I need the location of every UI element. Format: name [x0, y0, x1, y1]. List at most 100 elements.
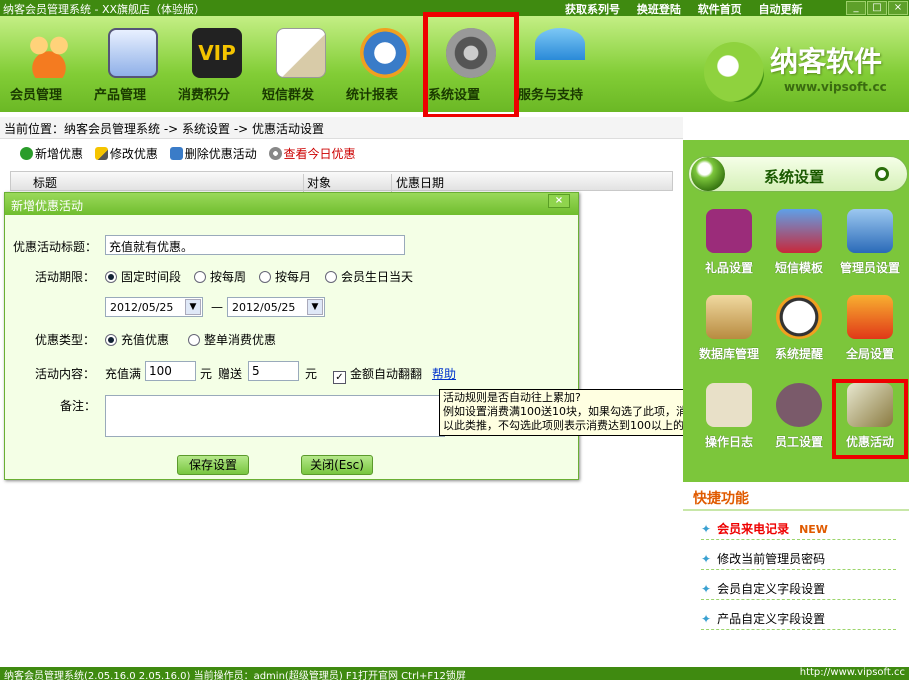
- minimize-button[interactable]: _: [846, 1, 866, 15]
- logo-name: 纳客软件: [770, 45, 883, 78]
- checkmark-icon: ✓: [333, 371, 346, 384]
- close-window-button[interactable]: ×: [888, 1, 908, 15]
- top-navigation: 会员管理 产品管理 VIP 消费积分 短信群发 统计报表 系统设置 服务与支持 …: [0, 12, 909, 119]
- period-weekly-radio[interactable]: 按每周: [194, 268, 246, 285]
- sidebar-item-global[interactable]: 全局设置: [832, 295, 908, 367]
- type-label: 优惠类型：: [35, 333, 96, 347]
- chevron-down-icon[interactable]: ▼: [185, 299, 201, 315]
- nav-service-support-label: 服务与支持: [518, 88, 584, 103]
- note-label: 备注：: [60, 399, 97, 413]
- dialog-close-icon[interactable]: ×: [548, 194, 570, 208]
- column-date[interactable]: 优惠日期: [391, 174, 444, 192]
- pencil-icon: [94, 147, 108, 160]
- sidebar-item-promotions[interactable]: 优惠活动: [832, 379, 908, 459]
- close-button[interactable]: 关闭(Esc): [301, 455, 373, 475]
- status-url[interactable]: http://www.vipsoft.cc: [800, 667, 905, 678]
- quick-item-product-fields[interactable]: ✦ 产品自定义字段设置: [701, 606, 896, 630]
- radio-icon: [259, 271, 271, 283]
- save-button[interactable]: 保存设置: [177, 455, 249, 475]
- delete-promotion-button[interactable]: 删除优惠活动: [169, 145, 257, 162]
- unit-yuan-2: 元: [305, 367, 318, 381]
- edit-promotion-button[interactable]: 修改优惠: [94, 145, 158, 162]
- period-monthly-radio[interactable]: 按每月: [259, 268, 311, 285]
- trash-icon: [169, 147, 183, 160]
- note-textarea[interactable]: [105, 395, 445, 437]
- sidebar-item-database[interactable]: 数据库管理: [692, 295, 766, 367]
- type-recharge-radio[interactable]: 充值优惠: [105, 331, 169, 348]
- title-label: 优惠活动标题：: [13, 240, 98, 254]
- nav-reports[interactable]: 统计报表: [346, 28, 424, 108]
- nav-sms[interactable]: 短信群发: [262, 28, 340, 108]
- home-link[interactable]: 软件首页: [698, 3, 742, 16]
- star-icon: ✦: [701, 552, 712, 566]
- sidebar-item-staff[interactable]: 员工设置: [762, 383, 836, 455]
- radio-icon: [194, 271, 206, 283]
- gift-label: 赠送: [218, 367, 243, 381]
- admin-icon: [847, 209, 893, 253]
- sidebar-item-logs[interactable]: 操作日志: [692, 383, 766, 455]
- amount-input[interactable]: 100: [145, 361, 196, 381]
- period-label: 活动期限：: [35, 270, 96, 284]
- settings-icon: [446, 28, 496, 78]
- quick-item-change-password[interactable]: ✦ 修改当前管理员密码: [701, 546, 896, 570]
- date-separator: —: [211, 300, 223, 314]
- maximize-button[interactable]: □: [867, 1, 887, 15]
- database-icon: [706, 295, 752, 339]
- nav-service-support[interactable]: 服务与支持: [518, 28, 602, 108]
- products-icon: [108, 28, 158, 78]
- get-serial-link[interactable]: 获取系列号: [565, 3, 620, 16]
- switch-shift-link[interactable]: 换班登陆: [637, 3, 681, 16]
- nav-products-label: 产品管理: [94, 88, 147, 103]
- date-to-picker[interactable]: 2012/05/25 ▼: [227, 297, 325, 317]
- nav-reports-label: 统计报表: [346, 88, 399, 103]
- column-title[interactable]: 标题: [33, 174, 57, 191]
- sidebar-item-admins[interactable]: 管理员设置: [832, 209, 908, 281]
- nav-members[interactable]: 会员管理: [10, 28, 88, 108]
- nav-consume-points[interactable]: VIP 消费积分: [178, 28, 256, 108]
- members-icon: [24, 28, 74, 78]
- title-input[interactable]: 充值就有优惠。: [105, 235, 405, 255]
- star-icon: ✦: [701, 612, 712, 626]
- nav-products[interactable]: 产品管理: [94, 28, 172, 108]
- quick-item-member-fields[interactable]: ✦ 会员自定义字段设置: [701, 576, 896, 600]
- orb-icon: [691, 157, 725, 191]
- quick-functions-panel: 快捷功能 ✦ 会员来电记录 NEW ✦ 修改当前管理员密码 ✦ 会员自定义字段设置 ✦ 产…: [683, 482, 909, 667]
- sms-icon: [276, 28, 326, 78]
- vip-icon: VIP: [192, 28, 242, 78]
- help-link[interactable]: 帮助: [432, 365, 456, 382]
- view-today-button[interactable]: 查看今日优惠: [268, 145, 356, 162]
- period-birthday-radio[interactable]: 会员生日当天: [325, 268, 413, 285]
- title-links: 获取系列号 换班登陆 软件首页 自动更新: [565, 1, 816, 17]
- sidebar-item-reminders[interactable]: 系统提醒: [762, 295, 836, 367]
- chevron-down-icon[interactable]: ▼: [307, 299, 323, 315]
- sidebar-item-sms-templates[interactable]: 短信模板: [762, 209, 836, 281]
- nav-system-settings-label: 系统设置: [428, 88, 481, 103]
- quick-divider: [683, 509, 909, 511]
- column-target[interactable]: 对象: [303, 174, 331, 192]
- status-bar: 纳客会员管理系统(2.05.16.0 2.05.16.0) 当前操作员：admi…: [0, 667, 909, 680]
- grid-header: 标题 对象 优惠日期: [10, 171, 673, 192]
- type-order-radio[interactable]: 整单消费优惠: [188, 331, 276, 348]
- title-bar: 纳客会员管理系统 - XX旗舰店（体验版） 获取系列号 换班登陆 软件首页 自动…: [0, 0, 909, 16]
- date-from-picker[interactable]: 2012/05/25 ▼: [105, 297, 203, 317]
- breadcrumb: 当前位置：纳客会员管理系统 -> 系统设置 -> 优惠活动设置: [0, 117, 683, 139]
- content-label: 活动内容：: [35, 367, 96, 381]
- gift-icon: [706, 209, 752, 253]
- gift-input[interactable]: 5: [248, 361, 299, 381]
- nav-system-settings[interactable]: 系统设置: [423, 12, 519, 119]
- radio-icon: [325, 271, 337, 283]
- add-promotion-dialog: 新增优惠活动 × 优惠活动标题： 充值就有优惠。 活动期限： 固定时间段 按每周…: [4, 192, 579, 480]
- auto-update-link[interactable]: 自动更新: [759, 3, 803, 16]
- add-promotion-button[interactable]: 新增优惠: [20, 145, 83, 162]
- gear-icon: [268, 147, 282, 160]
- auto-double-checkbox[interactable]: ✓ 金额自动翻翻: [333, 365, 422, 384]
- sidebar-title: 系统设置: [764, 168, 825, 186]
- window-controls: _ □ ×: [845, 0, 908, 15]
- nav-sms-label: 短信群发: [262, 88, 315, 103]
- star-icon: ✦: [701, 522, 712, 536]
- sidebar-item-gifts[interactable]: 礼品设置: [692, 209, 766, 281]
- report-icon: [360, 28, 410, 78]
- quick-item-call-log[interactable]: ✦ 会员来电记录 NEW: [701, 516, 896, 540]
- period-fixed-radio[interactable]: 固定时间段: [105, 268, 181, 285]
- brand-logo: 纳客软件 www.vipsoft.cc: [704, 38, 904, 118]
